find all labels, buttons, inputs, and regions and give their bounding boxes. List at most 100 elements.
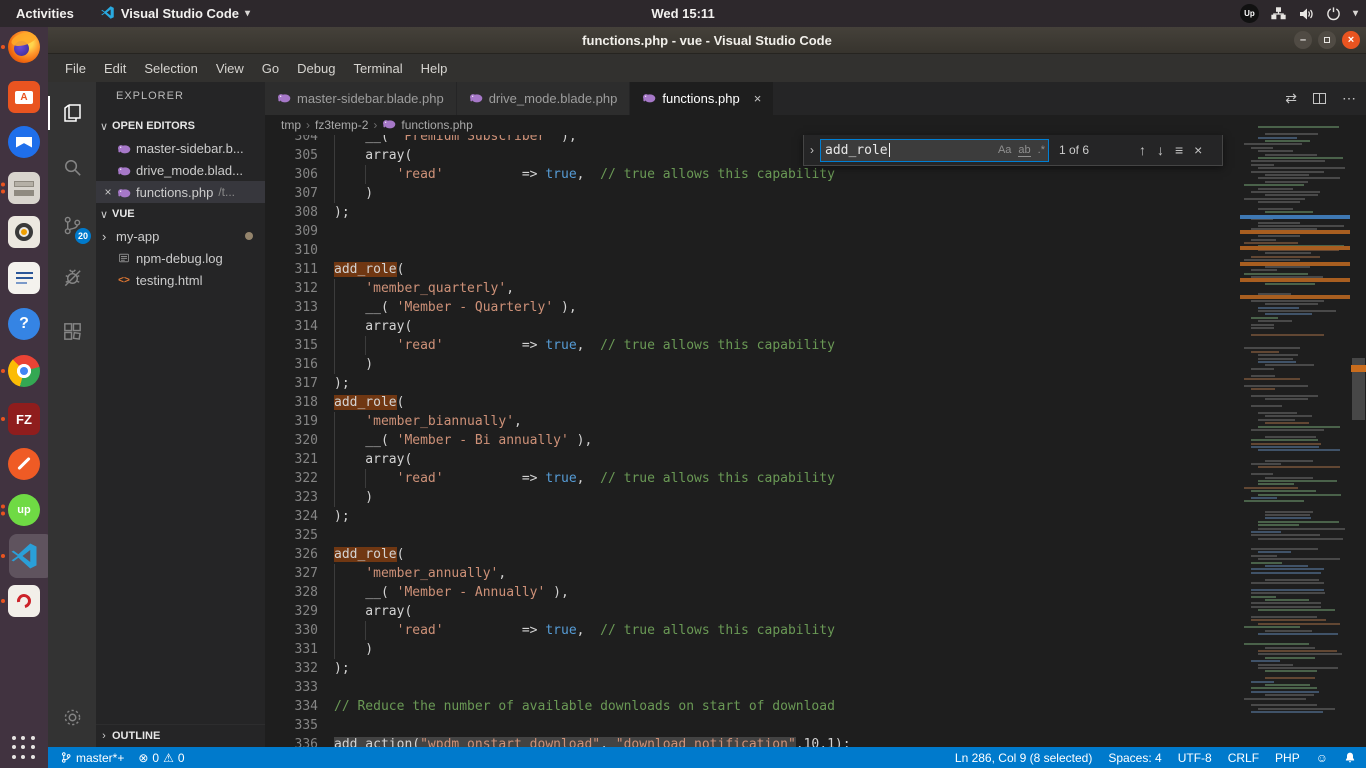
sync-icon[interactable]: ⇄ <box>1285 90 1297 107</box>
line-number: 304 <box>265 135 318 146</box>
close-button[interactable]: × <box>1342 31 1360 49</box>
dock-chrome[interactable] <box>7 354 41 388</box>
dock-help[interactable]: ? <box>7 307 41 341</box>
debug-icon[interactable] <box>48 254 96 300</box>
explorer-icon[interactable] <box>48 90 96 136</box>
find-input[interactable]: add_role Aa ab .* <box>820 139 1049 162</box>
maximize-button[interactable] <box>1318 31 1336 49</box>
activities-button[interactable]: Activities <box>0 0 90 27</box>
minimize-button[interactable]: – <box>1294 31 1312 49</box>
close-find-icon[interactable]: × <box>1194 142 1202 158</box>
minimap-line <box>1251 568 1324 570</box>
open-editor-drive-mode-blad-[interactable]: drive_mode.blad... <box>96 159 265 181</box>
code-text: array( <box>334 602 412 621</box>
minimap-line <box>1258 538 1343 540</box>
minimap-line <box>1251 368 1274 370</box>
minimap-line <box>1265 194 1318 196</box>
next-match-icon[interactable]: ↓ <box>1157 142 1164 158</box>
dock-upwork[interactable]: up <box>7 493 41 527</box>
more-actions-icon[interactable]: ⋯ <box>1342 90 1356 107</box>
split-editor-icon[interactable] <box>1313 93 1326 104</box>
code-line-319: 319 'member_biannually', <box>265 412 1366 431</box>
minimap-line <box>1251 602 1321 604</box>
show-applications-button[interactable] <box>12 736 36 760</box>
problems-status[interactable]: ⊗ 0 ⚠ 0 <box>138 751 184 765</box>
dock-thunderbird[interactable] <box>7 125 41 159</box>
menu-terminal[interactable]: Terminal <box>344 54 411 82</box>
minimap-line <box>1251 405 1282 407</box>
code-text: ); <box>334 659 350 678</box>
menu-help[interactable]: Help <box>412 54 457 82</box>
dock-rhythmbox[interactable] <box>7 215 41 249</box>
breadcrumb-item[interactable]: tmp <box>281 118 301 132</box>
network-icon[interactable] <box>1271 7 1286 20</box>
minimap-line <box>1251 497 1277 499</box>
cursor-position[interactable]: Ln 286, Col 9 (8 selected) <box>955 751 1092 765</box>
clock[interactable]: Wed 15:11 <box>651 0 714 27</box>
tab-drive-mode-blade-php[interactable]: drive_mode.blade.php <box>457 82 631 115</box>
feedback-smiley-icon[interactable]: ☺ <box>1316 751 1328 765</box>
extensions-icon[interactable] <box>48 308 96 354</box>
regex-toggle[interactable]: .* <box>1038 144 1045 156</box>
open-editor-functions-php[interactable]: ×functions.php/t... <box>96 181 265 203</box>
source-control-icon[interactable]: 20 <box>48 202 96 248</box>
volume-icon[interactable] <box>1298 7 1314 21</box>
language-mode[interactable]: PHP <box>1275 751 1300 765</box>
open-editor-master-sidebar-b-[interactable]: master-sidebar.b... <box>96 137 265 159</box>
minimap-line <box>1251 473 1273 475</box>
breadcrumb-item[interactable]: functions.php <box>401 118 472 132</box>
find-expand-icon[interactable]: › <box>804 143 820 157</box>
close-editor-icon[interactable]: × <box>100 185 116 199</box>
menu-edit[interactable]: Edit <box>95 54 135 82</box>
menu-debug[interactable]: Debug <box>288 54 344 82</box>
find-in-selection-icon[interactable]: ≡ <box>1175 142 1183 158</box>
dock-vscode[interactable] <box>7 539 41 573</box>
search-icon[interactable] <box>48 144 96 190</box>
window-title-bar[interactable]: functions.php - vue - Visual Studio Code… <box>48 27 1366 54</box>
menu-view[interactable]: View <box>207 54 253 82</box>
encoding-status[interactable]: UTF-8 <box>1178 751 1212 765</box>
tab-functions-php[interactable]: functions.php× <box>630 82 774 115</box>
scrollbar[interactable] <box>1351 115 1366 747</box>
project-section-header[interactable]: ∨ VUE <box>96 203 265 225</box>
menu-go[interactable]: Go <box>253 54 288 82</box>
minimap-line <box>1251 490 1316 492</box>
upwork-tray-icon[interactable]: Up <box>1240 4 1259 23</box>
previous-match-icon[interactable]: ↑ <box>1139 142 1146 158</box>
dock-red-ribbon-app[interactable] <box>7 584 41 618</box>
settings-gear-icon[interactable] <box>48 694 96 740</box>
breadcrumb-item[interactable]: fz3temp-2 <box>315 118 368 132</box>
menu-file[interactable]: File <box>56 54 95 82</box>
dock-postman[interactable] <box>7 447 41 481</box>
notifications-bell-icon[interactable] <box>1344 751 1356 764</box>
minimap-line <box>1251 562 1282 564</box>
code-text: ) <box>334 355 373 374</box>
minimap[interactable] <box>1240 115 1350 747</box>
minimap-match-bar <box>1240 295 1350 299</box>
tray-chevron-icon[interactable]: ▾ <box>1353 8 1358 19</box>
app-menu-button[interactable]: Visual Studio Code ▾ <box>90 0 260 27</box>
outline-section-header[interactable]: › OUTLINE <box>96 724 265 746</box>
eol-status[interactable]: CRLF <box>1228 751 1259 765</box>
git-branch-status[interactable]: master*+ <box>60 751 124 765</box>
match-case-toggle[interactable]: Aa <box>998 144 1011 156</box>
code-editor[interactable]: 304 __( 'Premium Subscriber' ),305 array… <box>265 135 1366 747</box>
dock-firefox[interactable] <box>7 30 41 64</box>
file-my-app[interactable]: ›my-app <box>96 225 265 247</box>
tab-master-sidebar-blade-php[interactable]: master-sidebar.blade.php <box>265 82 457 115</box>
file-testing-html[interactable]: <>testing.html <box>96 269 265 291</box>
minimap-line <box>1244 347 1300 349</box>
indentation-status[interactable]: Spaces: 4 <box>1108 751 1161 765</box>
close-tab-icon[interactable]: × <box>754 91 762 106</box>
dock-ubuntu-software[interactable]: A <box>7 80 41 114</box>
file-npm-debug-log[interactable]: npm-debug.log <box>96 247 265 269</box>
open-editors-header[interactable]: ∨ OPEN EDITORS <box>96 115 265 137</box>
menu-selection[interactable]: Selection <box>135 54 206 82</box>
minimap-line <box>1251 582 1324 584</box>
dock-file-cabinet[interactable] <box>7 171 41 205</box>
dock-filezilla[interactable]: FZ <box>7 402 41 436</box>
power-icon[interactable] <box>1326 6 1341 21</box>
dock-libreoffice-writer[interactable] <box>7 261 41 295</box>
whole-word-toggle[interactable]: ab <box>1018 144 1030 157</box>
line-number: 317 <box>265 374 318 393</box>
